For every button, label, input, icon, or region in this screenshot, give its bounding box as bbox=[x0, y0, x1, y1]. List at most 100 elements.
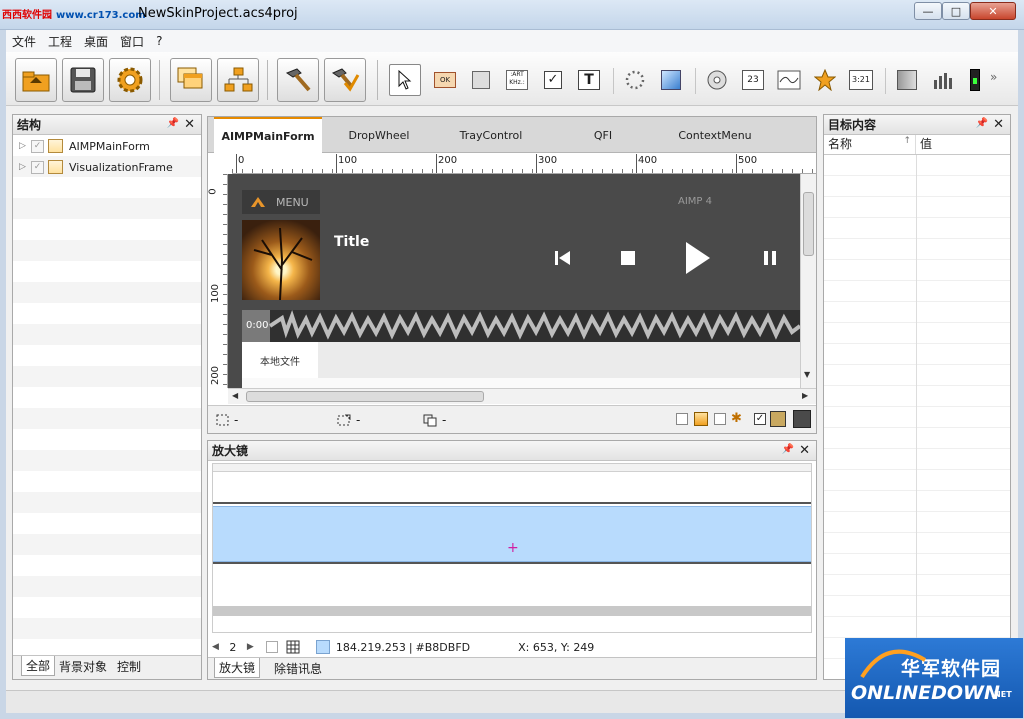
magnifier-bottom-tabs: 放大镜 除错讯息 bbox=[208, 657, 816, 679]
more-chevron-icon[interactable]: » bbox=[990, 70, 997, 84]
spectrum-tool[interactable] bbox=[893, 66, 921, 94]
build-check-button[interactable] bbox=[324, 58, 366, 102]
property-grid-header: 名称 ↑ 值 bbox=[824, 135, 1010, 155]
ruler-label: 400 bbox=[638, 155, 658, 166]
target-panel-header: 目标内容 📌 ✕ bbox=[824, 115, 1010, 135]
column-name[interactable]: 名称 ↑ bbox=[824, 135, 916, 154]
magnifier-view[interactable]: + bbox=[212, 463, 812, 633]
button-tool[interactable]: OK bbox=[431, 66, 459, 94]
hscroll-thumb[interactable] bbox=[246, 391, 484, 402]
minimize-button[interactable]: — bbox=[914, 2, 942, 20]
text-tool[interactable]: T bbox=[575, 66, 603, 94]
watermark-site: 西西软件园 bbox=[2, 10, 52, 21]
grid-checkbox[interactable] bbox=[676, 413, 688, 425]
magnifier-info-bar: ◀ 2 ▶ 184.219.253 | #B8DBFD X: 653, Y: 2… bbox=[212, 637, 812, 657]
menu-help[interactable]: ? bbox=[156, 34, 162, 48]
zoom-decrease-icon[interactable]: ◀ bbox=[212, 642, 219, 652]
waveform[interactable] bbox=[242, 310, 800, 342]
tab-debug-messages[interactable]: 除错讯息 bbox=[270, 658, 326, 678]
number-tool[interactable]: 23 bbox=[739, 66, 767, 94]
menu-project[interactable]: 工程 bbox=[48, 33, 72, 50]
build-button[interactable] bbox=[277, 58, 319, 102]
pointer-tool[interactable] bbox=[389, 64, 421, 96]
grid-toggle-checkbox[interactable] bbox=[265, 641, 278, 653]
form-toggle-icon[interactable] bbox=[694, 412, 708, 426]
magic-icon[interactable]: ✱ bbox=[731, 411, 742, 426]
tab-qfi[interactable]: QFI bbox=[548, 117, 658, 153]
snap-checkbox[interactable] bbox=[714, 413, 726, 425]
scroll-left-icon[interactable]: ◀ bbox=[232, 391, 238, 400]
settings-button[interactable] bbox=[109, 58, 151, 102]
wave-tool[interactable] bbox=[775, 66, 803, 94]
form-icon bbox=[48, 160, 63, 174]
ruler-label: 100 bbox=[210, 283, 222, 304]
tab-controls[interactable]: 控制 bbox=[113, 656, 145, 676]
tab-contextmenu[interactable]: ContextMenu bbox=[660, 117, 770, 153]
menu-window[interactable]: 窗口 bbox=[120, 33, 144, 50]
panel-tool[interactable] bbox=[467, 66, 495, 94]
image-tool[interactable] bbox=[657, 66, 685, 94]
open-button[interactable] bbox=[15, 58, 57, 102]
vscroll-thumb[interactable] bbox=[803, 192, 814, 256]
hierarchy-button[interactable] bbox=[217, 58, 259, 102]
star-tool[interactable] bbox=[811, 66, 839, 94]
timer-tool[interactable]: 3:21 bbox=[847, 66, 875, 94]
led-tool[interactable] bbox=[961, 66, 989, 94]
target-content-panel: 目标内容 📌 ✕ 名称 ↑ 值 bbox=[823, 114, 1011, 680]
maximize-button[interactable]: □ bbox=[942, 2, 970, 20]
zoom-value[interactable]: 2 bbox=[219, 641, 247, 654]
magnifier-panel: 放大镜 📌 ✕ + ◀ 2 ▶ 184.219.253 | #B8DBFD X:… bbox=[207, 440, 817, 680]
node-checkbox[interactable]: ✓ bbox=[31, 160, 44, 174]
column-value[interactable]: 值 bbox=[916, 135, 932, 154]
tab-traycontrol[interactable]: TrayControl bbox=[436, 117, 546, 153]
equalizer-tool[interactable] bbox=[929, 66, 957, 94]
pause-icon bbox=[764, 251, 776, 265]
scroll-right-icon[interactable]: ▶ bbox=[802, 391, 808, 400]
previous-button[interactable] bbox=[550, 246, 574, 270]
image-icon bbox=[661, 70, 681, 90]
art-label-tool[interactable]: :ART KHz.: bbox=[503, 66, 531, 94]
stop-button[interactable] bbox=[616, 246, 640, 270]
cd-icon bbox=[707, 70, 727, 90]
tab-all[interactable]: 全部 bbox=[21, 656, 56, 676]
toolbar-separator bbox=[695, 68, 696, 94]
node-checkbox[interactable]: ✓ bbox=[31, 139, 44, 153]
grid-icon[interactable] bbox=[286, 640, 300, 654]
save-button[interactable] bbox=[62, 58, 104, 102]
pin-icon[interactable]: 📌 bbox=[782, 444, 794, 455]
progress-ring-tool[interactable] bbox=[621, 66, 649, 94]
pause-button[interactable] bbox=[758, 246, 782, 270]
aimp-tab-local-files[interactable]: 本地文件 bbox=[242, 342, 318, 378]
expand-arrow-icon[interactable]: ▷ bbox=[19, 162, 31, 172]
tab-background-objects[interactable]: 背景对象 bbox=[55, 656, 111, 676]
zoom-increase-icon[interactable]: ▶ bbox=[247, 642, 254, 652]
pin-icon[interactable]: 📌 bbox=[976, 118, 988, 129]
dark-bg-icon[interactable] bbox=[793, 410, 811, 428]
tab-dropwheel[interactable]: DropWheel bbox=[324, 117, 434, 153]
close-button[interactable]: ✕ bbox=[970, 2, 1016, 20]
designer-vscrollbar[interactable]: ▼ bbox=[800, 174, 816, 388]
expand-arrow-icon[interactable]: ▷ bbox=[19, 141, 31, 151]
tab-aimpmainform[interactable]: AIMPMainForm bbox=[214, 117, 322, 153]
tab-magnifier[interactable]: 放大镜 bbox=[214, 658, 261, 678]
tree-node-aimpmainform[interactable]: ▷ ✓ AIMPMainForm bbox=[19, 139, 150, 153]
checkbox-tool[interactable]: ✓ bbox=[539, 66, 567, 94]
aimp-menu-button[interactable]: MENU bbox=[242, 190, 320, 214]
scroll-down-icon[interactable]: ▼ bbox=[804, 370, 810, 379]
preview-checkbox[interactable]: ✓ bbox=[754, 413, 766, 425]
pin-icon[interactable]: 📌 bbox=[167, 118, 179, 129]
tree-node-visualizationframe[interactable]: ▷ ✓ VisualizationFrame bbox=[19, 160, 173, 174]
close-icon[interactable]: ✕ bbox=[993, 117, 1004, 132]
windows-button[interactable] bbox=[170, 58, 212, 102]
aimp-skin-preview[interactable]: MENU AIMP 4 Title 0:00 本地文件 bbox=[228, 174, 800, 388]
cd-tool[interactable] bbox=[703, 66, 731, 94]
menu-desktop[interactable]: 桌面 bbox=[84, 33, 108, 50]
star-icon bbox=[814, 69, 836, 91]
designer-hscrollbar[interactable]: ◀ ▶ bbox=[228, 388, 816, 404]
close-icon[interactable]: ✕ bbox=[799, 443, 810, 458]
close-icon[interactable]: ✕ bbox=[184, 117, 195, 132]
frame-icon[interactable] bbox=[770, 411, 786, 427]
play-button[interactable] bbox=[682, 238, 714, 278]
menu-file[interactable]: 文件 bbox=[12, 33, 36, 50]
form-icon bbox=[48, 139, 63, 153]
